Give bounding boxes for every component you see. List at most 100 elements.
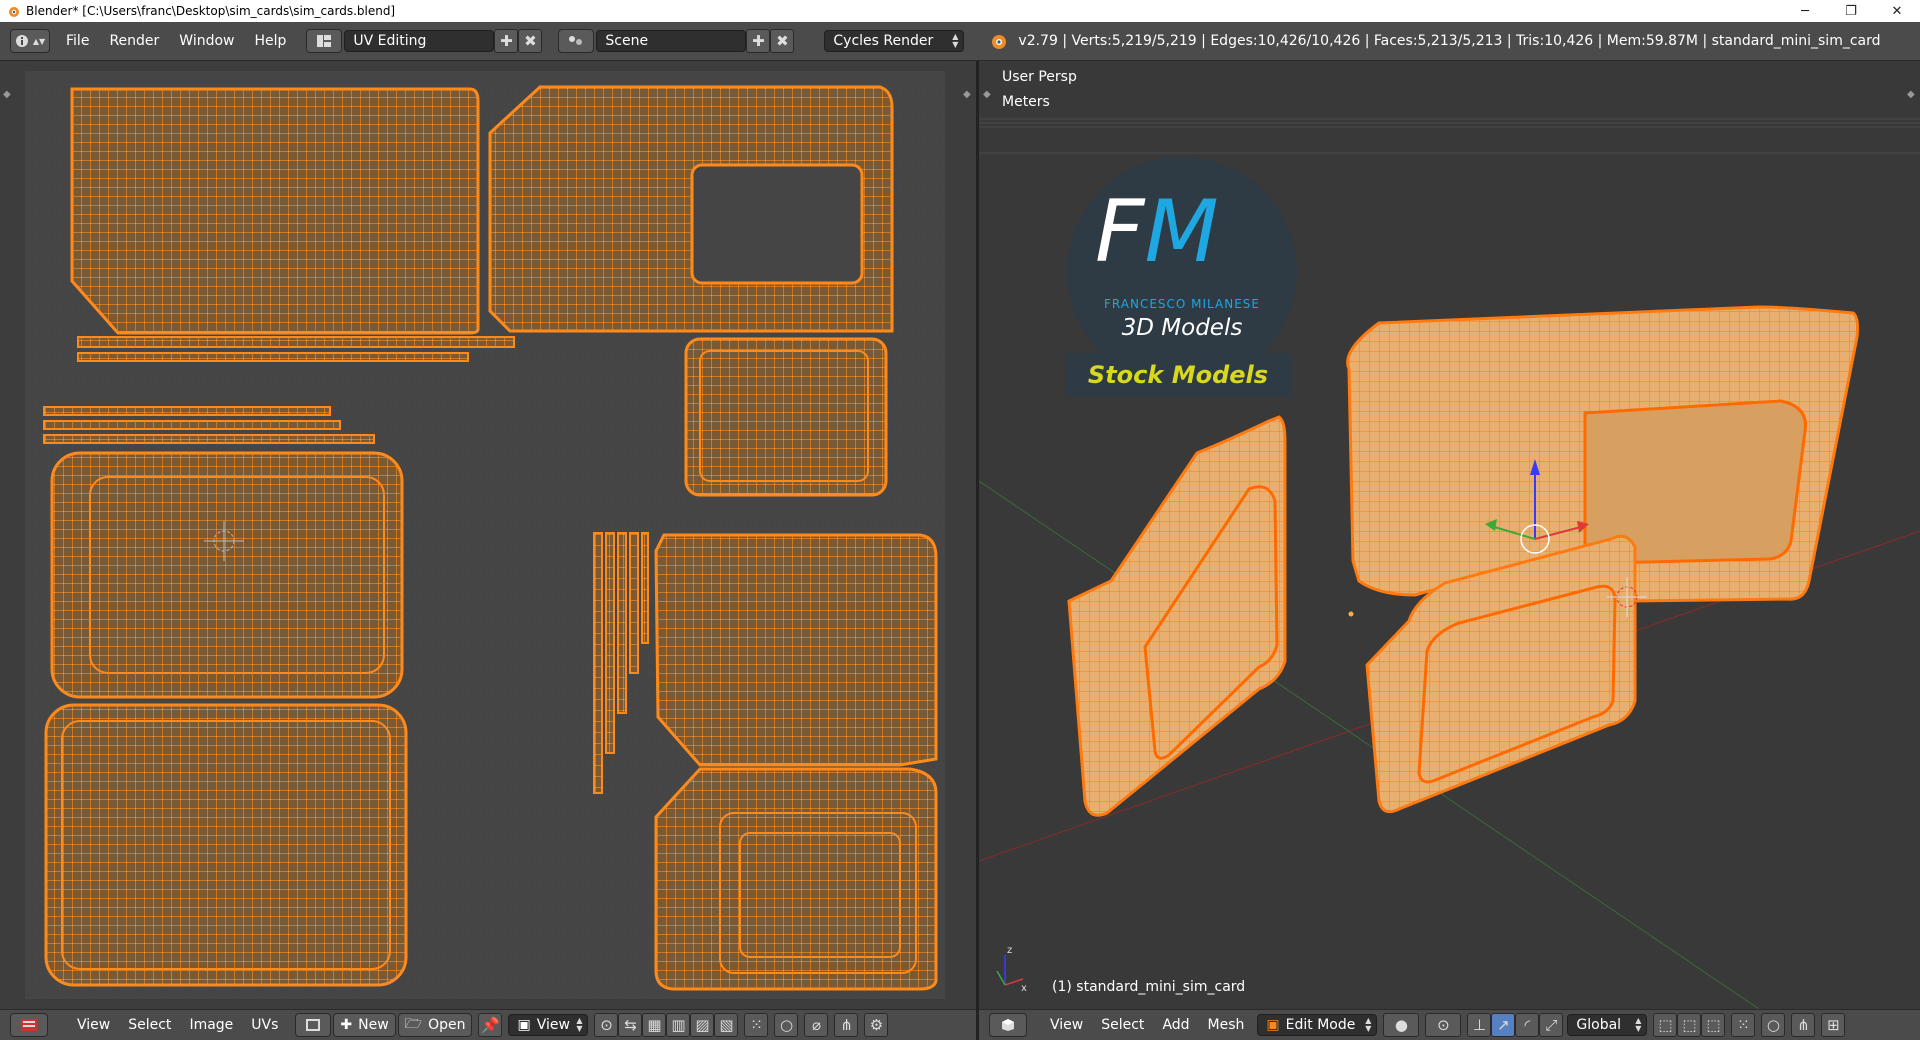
minimize-button[interactable]: ─ — [1782, 0, 1828, 22]
magnet-icon: ⋔ — [1797, 1016, 1810, 1034]
watermark-banner: Stock Models — [1065, 353, 1291, 397]
scene-icon-button[interactable] — [558, 29, 595, 53]
toolshelf-toggle-left-icon[interactable]: ◆ — [3, 89, 11, 100]
uv-island — [605, 532, 615, 754]
uv-menu-uvs[interactable]: UVs — [242, 1012, 287, 1038]
vertex-select-button[interactable]: ▦ — [642, 1013, 667, 1037]
edge-select-button[interactable]: ▥ — [666, 1013, 691, 1037]
proportional-edit-button-3d[interactable]: ○ — [1761, 1013, 1786, 1037]
edge-select-mode-button[interactable]: ⬚ — [1677, 1013, 1702, 1037]
menu-help[interactable]: Help — [244, 28, 296, 54]
screen-layout-icon-button[interactable] — [306, 29, 343, 53]
uv-menu-image[interactable]: Image — [180, 1012, 242, 1038]
plus-icon: ✚ — [500, 32, 513, 50]
snap-toggle-button-3d[interactable]: ⋔ — [1791, 1013, 1816, 1037]
add-scene-button[interactable]: ✚ — [746, 29, 771, 53]
edge-select-icon: ⬚ — [1682, 1016, 1697, 1034]
3d-menu-select[interactable]: Select — [1092, 1012, 1153, 1038]
arrow-icon: ↗ — [1497, 1016, 1510, 1034]
translate-manipulator-button[interactable]: ↗ — [1491, 1013, 1516, 1037]
sync-icon: ⇆ — [624, 1016, 637, 1034]
island-select-button[interactable]: ▧ — [714, 1013, 739, 1037]
new-image-label: New — [358, 1017, 389, 1033]
3d-viewport[interactable]: z x ◆ ◆ User Persp Meters (1) standard_m… — [979, 61, 1920, 1009]
sync-selection-button[interactable]: ⇆ — [618, 1013, 643, 1037]
maximize-button[interactable]: ❐ — [1828, 0, 1874, 22]
occlude-geometry-button[interactable]: ⁙ — [1731, 1013, 1756, 1037]
uv-island — [43, 420, 341, 430]
3d-menu-add[interactable]: Add — [1153, 1012, 1198, 1038]
face-select-icon: ▨ — [695, 1016, 710, 1034]
rotate-manipulator-button[interactable]: ◜ — [1515, 1013, 1540, 1037]
browse-image-button[interactable] — [295, 1013, 332, 1037]
svg-text:z: z — [1007, 945, 1012, 956]
snap-icon: ⌀ — [811, 1016, 821, 1034]
pivot-point-button[interactable]: ⊙ — [594, 1013, 619, 1037]
menu-file[interactable]: File — [56, 28, 99, 54]
active-object-label: (1) standard_mini_sim_card — [1052, 979, 1246, 995]
delete-scene-button[interactable]: ✖ — [770, 29, 795, 53]
scene-dropdown[interactable]: Scene — [596, 30, 747, 52]
uv-island — [77, 336, 515, 348]
snap-element-button[interactable]: ⌀ — [804, 1013, 829, 1037]
blender-logo-icon — [9, 7, 19, 17]
editor-type-3d-button[interactable] — [989, 1013, 1027, 1037]
window-titlebar: Blender* [C:\Users\franc\Desktop\sim_car… — [0, 0, 1920, 22]
occlude-icon: ⁙ — [1737, 1016, 1750, 1034]
proportional-icon: ○ — [1766, 1016, 1780, 1034]
toolshelf-toggle-left-icon[interactable]: ◆ — [983, 89, 991, 100]
interaction-mode-label: Edit Mode — [1285, 1017, 1356, 1033]
uv-menu-select[interactable]: Select — [119, 1012, 180, 1038]
viewport-shading-button[interactable]: ● — [1383, 1013, 1420, 1037]
face-select-mode-button[interactable]: ⬚ — [1701, 1013, 1726, 1037]
proportional-edit-button[interactable]: ○ — [774, 1013, 799, 1037]
manipulator-toggle-button[interactable]: ⊥ — [1467, 1013, 1492, 1037]
folder-icon: 🗁 — [404, 1016, 423, 1032]
main-menu: File Render Window Help — [56, 28, 296, 54]
vertex-select-mode-button[interactable]: ⬚ — [1653, 1013, 1678, 1037]
editor-type-info-button[interactable]: ▲▼ — [10, 29, 50, 53]
edge-select-icon: ▥ — [671, 1016, 686, 1034]
francesco-milanese-watermark: FM FRANCESCO MILANESE 3D Models Stock Mo… — [1065, 157, 1297, 397]
scene-stats: v2.79 | Verts:5,219/5,219 | Edges:10,426… — [1018, 33, 1881, 49]
screen-layout-dropdown[interactable]: UV Editing — [344, 30, 495, 52]
x-icon: ✖ — [776, 32, 789, 50]
interaction-mode-dropdown[interactable]: ▣ Edit Mode ▲ ▼ — [1257, 1014, 1378, 1036]
origin-dot — [1348, 611, 1354, 617]
initial-f: F — [1095, 182, 1145, 282]
uv-canvas[interactable]: ◆ ◆ — [0, 61, 976, 1009]
3d-menu-mesh[interactable]: Mesh — [1199, 1012, 1254, 1038]
uv-view-mode-dropdown[interactable]: ▣ View ▲ ▼ — [508, 1014, 589, 1036]
3d-menu-view[interactable]: View — [1041, 1012, 1092, 1038]
transform-orientation-dropdown[interactable]: Global ▲ ▼ — [1567, 1014, 1648, 1036]
face-select-button[interactable]: ▨ — [690, 1013, 715, 1037]
render-engine-dropdown[interactable]: Cycles Render ▲ ▼ — [824, 30, 965, 52]
chevron-updown-icon: ▲▼ — [1365, 1016, 1372, 1033]
properties-toggle-right-icon[interactable]: ◆ — [1907, 89, 1915, 100]
snap-element-button-3d[interactable]: ⊞ — [1821, 1013, 1846, 1037]
menu-window[interactable]: Window — [169, 28, 244, 54]
chevron-updown-icon: ▲▼ — [576, 1016, 583, 1033]
pivot-point-button-3d[interactable]: ⊙ — [1425, 1013, 1462, 1037]
sticky-mode-button[interactable]: ⁙ — [744, 1013, 769, 1037]
new-image-button[interactable]: ✚ New — [333, 1013, 396, 1037]
delete-screen-button[interactable]: ✖ — [518, 29, 543, 53]
pin-image-button[interactable]: 📌 — [478, 1013, 503, 1037]
snap-toggle-button[interactable]: ⋔ — [834, 1013, 859, 1037]
solid-shading-icon: ● — [1394, 1016, 1408, 1034]
uv-image-editor[interactable]: ◆ ◆ — [0, 61, 976, 1009]
screen-layout-label: UV Editing — [353, 33, 427, 49]
editor-type-uv-button[interactable] — [10, 1013, 48, 1037]
x-icon: ✖ — [524, 32, 537, 50]
add-screen-button[interactable]: ✚ — [494, 29, 519, 53]
open-image-button[interactable]: 🗁 Open — [397, 1013, 473, 1037]
chevron-updown-icon: ▲▼ — [1635, 1016, 1642, 1033]
uv-menu-view[interactable]: View — [68, 1012, 119, 1038]
pivot-icon: ⊙ — [600, 1016, 613, 1034]
scale-manipulator-button[interactable]: ⤢ — [1539, 1013, 1564, 1037]
close-button[interactable]: ✕ — [1874, 0, 1920, 22]
properties-toggle-right-icon[interactable]: ◆ — [963, 89, 971, 100]
uv-settings-button[interactable]: ⚙ — [864, 1013, 889, 1037]
menu-render[interactable]: Render — [99, 28, 169, 54]
vertex-select-icon: ▦ — [647, 1016, 662, 1034]
